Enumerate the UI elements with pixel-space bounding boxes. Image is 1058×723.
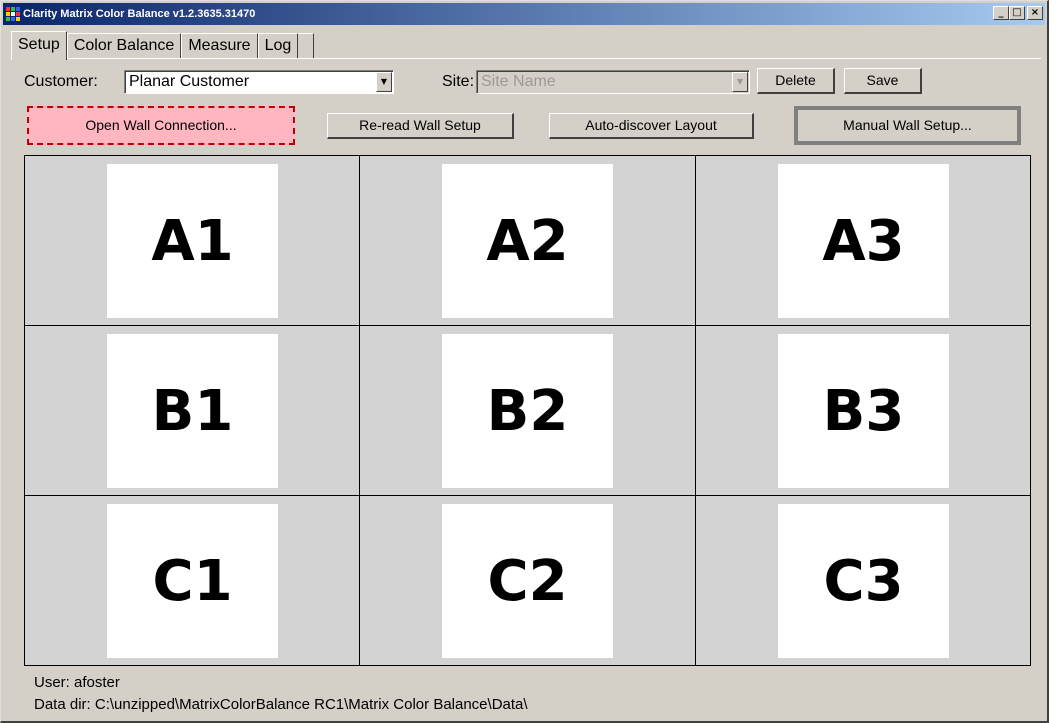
wall-cell-b3[interactable]: B3 xyxy=(696,326,1030,496)
wall-tile-label: A1 xyxy=(107,164,278,318)
customer-label: Customer: xyxy=(24,73,98,90)
tab-measure[interactable]: Measure xyxy=(181,33,258,58)
wall-tile-label: C2 xyxy=(442,504,613,658)
title-bar[interactable]: Clarity Matrix Color Balance v1.2.3635.3… xyxy=(3,3,1045,25)
wall-cell-c1[interactable]: C1 xyxy=(25,496,360,665)
maximize-button[interactable]: □ xyxy=(1009,6,1025,20)
tab-color-balance[interactable]: Color Balance xyxy=(66,33,182,58)
wall-cell-c3[interactable]: C3 xyxy=(696,496,1030,665)
wall-cell-b1[interactable]: B1 xyxy=(25,326,360,496)
delete-button[interactable]: Delete xyxy=(757,68,835,94)
status-user: User: afoster xyxy=(34,674,120,691)
minimize-icon: _ xyxy=(998,7,1004,18)
open-wall-connection-button[interactable]: Open Wall Connection... xyxy=(27,106,295,145)
wall-cell-c2[interactable]: C2 xyxy=(360,496,696,665)
window-title: Clarity Matrix Color Balance v1.2.3635.3… xyxy=(23,8,256,20)
wall-tile-label: B2 xyxy=(442,334,613,488)
minimize-button[interactable]: _ xyxy=(993,6,1009,20)
chevron-down-icon: ▼ xyxy=(732,72,748,92)
wall-cell-b2[interactable]: B2 xyxy=(360,326,696,496)
video-wall-grid: A1 A2 A3 B1 B2 B3 C1 C2 C3 xyxy=(24,155,1031,666)
close-button[interactable]: × xyxy=(1027,6,1043,20)
wall-cell-a2[interactable]: A2 xyxy=(360,156,696,326)
tab-strip-end xyxy=(298,33,315,58)
close-icon: × xyxy=(1030,7,1040,18)
wall-cell-a1[interactable]: A1 xyxy=(25,156,360,326)
wall-cell-a3[interactable]: A3 xyxy=(696,156,1030,326)
wall-tile-label: C1 xyxy=(107,504,278,658)
customer-dropdown[interactable]: Planar Customer ▼ xyxy=(124,70,394,94)
wall-tile-label: A3 xyxy=(778,164,949,318)
site-value: Site Name xyxy=(481,73,556,90)
app-icon xyxy=(5,6,21,22)
wall-tile-label: A2 xyxy=(442,164,613,318)
chevron-down-icon[interactable]: ▼ xyxy=(376,72,392,92)
tab-log[interactable]: Log xyxy=(257,33,299,58)
save-button[interactable]: Save xyxy=(844,68,922,94)
manual-wall-setup-button[interactable]: Manual Wall Setup... xyxy=(794,106,1021,145)
reread-wall-setup-button[interactable]: Re-read Wall Setup xyxy=(327,113,514,139)
app-window: Clarity Matrix Color Balance v1.2.3635.3… xyxy=(0,0,1049,723)
status-data-dir: Data dir: C:\unzipped\MatrixColorBalance… xyxy=(34,696,528,713)
maximize-icon: □ xyxy=(1012,7,1022,18)
tab-strip: Setup Color Balance Measure Log xyxy=(11,31,315,60)
wall-tile-label: B1 xyxy=(107,334,278,488)
customer-value: Planar Customer xyxy=(129,73,250,90)
tab-setup[interactable]: Setup xyxy=(11,31,67,60)
site-label: Site: xyxy=(442,73,475,90)
auto-discover-layout-button[interactable]: Auto-discover Layout xyxy=(549,113,754,139)
wall-tile-label: C3 xyxy=(778,504,949,658)
tab-panel-border xyxy=(11,58,1041,59)
wall-tile-label: B3 xyxy=(778,334,949,488)
window-controls: _ □ × xyxy=(993,6,1043,20)
site-dropdown: Site Name ▼ xyxy=(476,70,750,94)
